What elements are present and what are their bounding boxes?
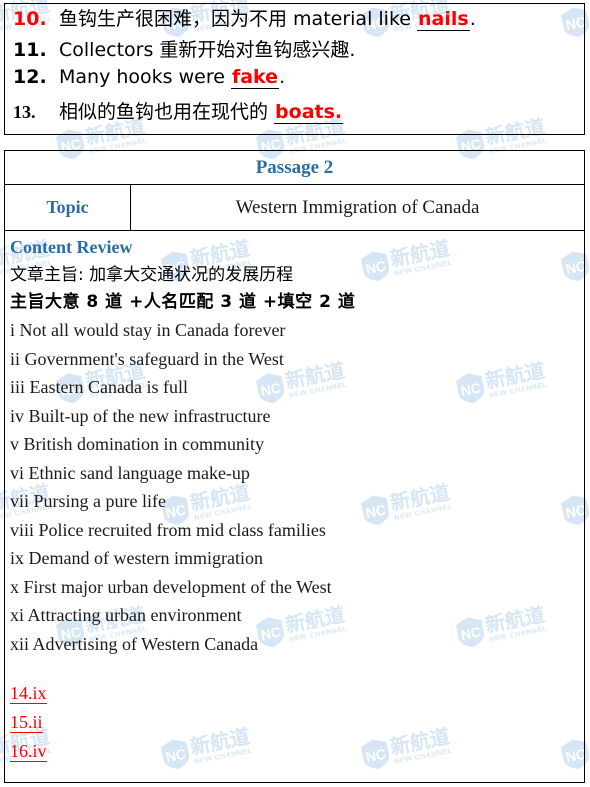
question-text: 相似的鱼钩也用在现代的 boats. [59,97,344,124]
topic-label: Topic [46,197,89,217]
answer-line: 16.iv [10,737,47,766]
content-body: Content Review 文章主旨: 加拿大交通状况的发展历程 主旨大意 8… [5,231,584,658]
heading-list-item: iii Eastern Canada is full [10,377,188,397]
topic-row: Topic Western Immigration of Canada [5,185,584,231]
questions-box: 10. 鱼钩生产很困难，因为不用 material like nails. 11. C… [4,3,585,135]
question-number: 13. [13,102,36,122]
heading-list-item: i Not all would stay in Canada forever [10,320,286,340]
summary-line: 文章主旨: 加拿大交通状况的发展历程 [10,265,294,285]
topic-value-cell: Western Immigration of Canada [131,197,584,219]
heading-list-item: xi Attracting urban environment [10,605,242,625]
question-text-tail: . [469,8,476,30]
heading-list-item: xii Advertising of Western Canada [10,633,259,654]
question-row: 11. Collectors 重新开始对鱼钩感兴趣. [5,35,584,66]
passage-title: Passage 2 [255,156,334,178]
question-number: 12. [13,66,47,88]
topic-label-cell: Topic [5,185,131,230]
answer-blank: nails [417,8,470,31]
question-number: 10. [13,8,47,30]
question-text-segment: Many hooks were [59,66,231,88]
answer-blank: fake [230,66,280,89]
heading-list-item: vii Pursing a pure life [10,491,166,511]
question-row: 12. Many hooks were fake. [5,66,584,97]
answer-line: 14.ix [10,679,47,708]
passage-table: Passage 2 Topic Western Immigration of C… [4,150,585,783]
heading-list-item: viii Police recruited from mid class fam… [10,519,326,540]
question-text: Collectors 重新开始对鱼钩感兴趣. [59,35,355,62]
heading-list-item: x First major urban development of the W… [10,576,332,597]
answers-block: 14.ix 15.ii 16.iv [10,679,47,766]
topic-value: Western Immigration of Canada [235,196,480,218]
question-text-segment: 相似的鱼钩也用在现代的 [59,101,275,123]
question-text-segment: 鱼钩生产很困难，因为不用 material like [59,8,417,30]
question-row: 13. 相似的鱼钩也用在现代的 boats. [5,97,584,128]
question-row: 10. 鱼钩生产很困难，因为不用 material like nails. [5,4,584,35]
question-text: 鱼钩生产很困难，因为不用 material like nails. [59,4,476,31]
heading-list-item: ii Government's safeguard in the West [10,348,284,369]
heading-list-item: v British domination in community [10,434,264,454]
answer-value: 14.ix [10,683,47,704]
question-text-segment: Collectors 重新开始对鱼钩感兴趣. [59,39,356,61]
answer-value: 16.iv [10,741,47,762]
answer-value: 15.ii [10,712,43,733]
content-review-heading: Content Review [10,237,133,257]
question-breakdown-line: 主旨大意 8 道 +人名匹配 3 道 +填空 2 道 [10,292,356,312]
question-text-tail: . [279,66,286,88]
heading-list-item: vi Ethnic sand language make-up [10,462,250,483]
passage-title-row: Passage 2 [5,151,584,185]
question-number: 11. [13,39,47,61]
heading-list-item: iv Built-up of the new infrastructure [10,405,271,426]
question-text: Many hooks were fake. [59,66,286,89]
answer-line: 15.ii [10,708,47,737]
heading-list-item: ix Demand of western immigration [10,548,263,568]
answer-blank: boats. [274,101,344,124]
heading-list: i Not all would stay in Canada forever ii… [10,316,584,658]
